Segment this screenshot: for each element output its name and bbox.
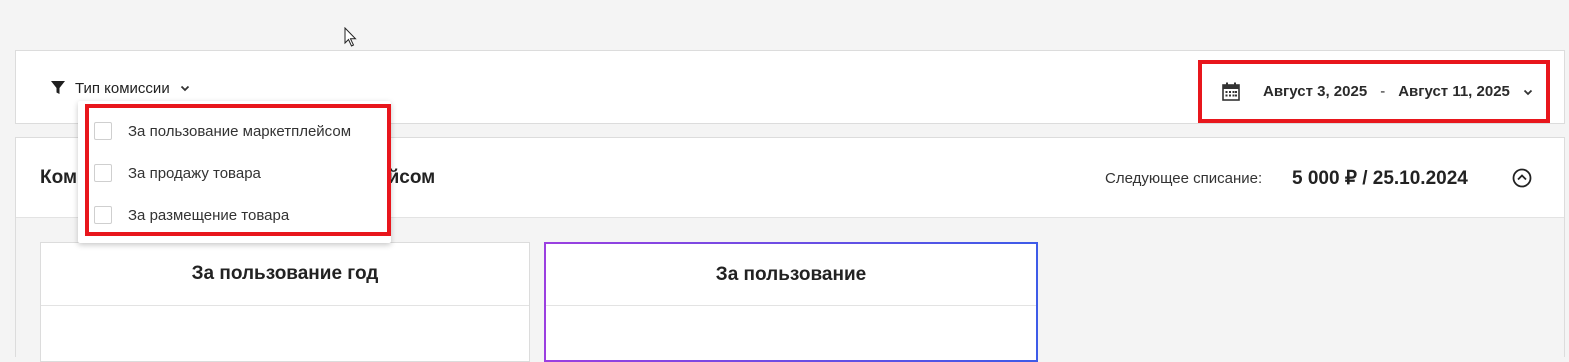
commission-type-filter[interactable]: Тип комиссии (50, 77, 191, 99)
mouse-cursor-icon (344, 27, 357, 47)
funnel-icon (51, 81, 65, 94)
plan-title: За пользование год (41, 243, 529, 306)
plan-card-selected[interactable]: За пользование (544, 242, 1038, 362)
chevron-down-icon (1523, 89, 1533, 95)
filter-label: Тип комиссии (75, 79, 170, 97)
next-charge-label: Следующее списание: (1105, 170, 1263, 187)
plan-card[interactable]: За пользование год (40, 242, 530, 362)
chevron-up-circle-icon[interactable] (1512, 168, 1532, 188)
date-start: Август 3, 2025 (1263, 83, 1368, 100)
highlight-frame (85, 104, 391, 236)
date-range-picker[interactable]: Август 3, 2025 - Август 11, 2025 (1198, 60, 1550, 123)
chevron-down-icon (180, 85, 189, 92)
date-end: Август 11, 2025 (1398, 83, 1510, 100)
date-separator: - (1380, 83, 1386, 100)
calendar-icon (1222, 82, 1240, 101)
plan-title: За пользование (546, 244, 1036, 306)
card-title-start: Ком (40, 167, 78, 188)
next-charge-value: 5 000 ₽ / 25.10.2024 (1292, 168, 1468, 189)
